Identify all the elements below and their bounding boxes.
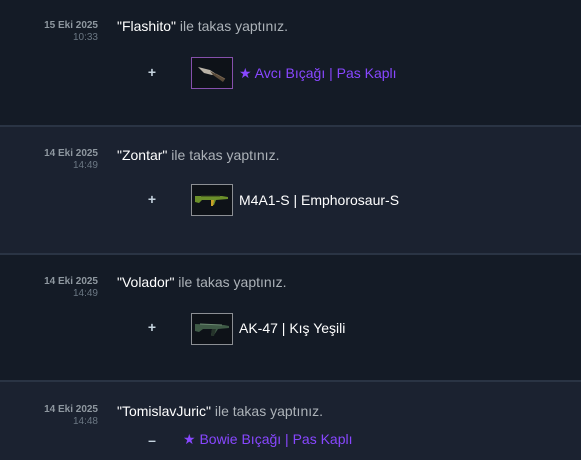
item-name-link[interactable]: M4A1-S | Emphorosaur-S (239, 192, 399, 208)
trade-description: "TomislavJuric" ile takas yaptınız. (117, 403, 323, 419)
trade-partner-link[interactable]: "TomislavJuric" (117, 403, 211, 419)
item-name-link[interactable]: ★ Avcı Bıçağı | Pas Kaplı (239, 65, 397, 82)
received-sign: + (147, 64, 157, 80)
knife-icon (198, 67, 226, 82)
trade-time: 14:49 (72, 288, 98, 299)
trade-action-text: ile takas yaptınız. (175, 18, 289, 34)
trade-description: "Zontar" ile takas yaptınız. (117, 147, 279, 163)
rifle-icon (195, 195, 228, 206)
trade-action-text: ile takas yaptınız. (174, 274, 287, 290)
item-thumbnail[interactable] (191, 57, 233, 89)
trade-time: 14:49 (72, 160, 98, 171)
trade-description: "Flashito" ile takas yaptınız. (117, 18, 288, 34)
trade-action-text: ile takas yaptınız. (167, 147, 280, 163)
item-name-link[interactable]: AK-47 | Kış Yeşili (239, 320, 345, 336)
trade-date: 14 Eki 2025 (44, 404, 98, 415)
trade-date: 15 Eki 2025 (44, 20, 98, 31)
received-sign: + (147, 319, 157, 335)
trade-row: 14 Eki 2025 14:49 "Zontar" ile takas yap… (0, 127, 581, 255)
trade-action-text: ile takas yaptınız. (210, 403, 324, 419)
received-sign: + (147, 191, 157, 207)
trade-date: 14 Eki 2025 (44, 148, 98, 159)
trade-partner-link[interactable]: "Flashito" (117, 18, 176, 34)
trade-description: "Volador" ile takas yaptınız. (117, 274, 286, 290)
trade-date: 14 Eki 2025 (44, 276, 98, 287)
given-sign: – (148, 432, 156, 448)
trade-partner-link[interactable]: "Volador" (117, 274, 174, 290)
rifle-icon (195, 323, 229, 336)
trade-time: 10:33 (72, 32, 98, 43)
item-name-link[interactable]: ★ Bowie Bıçağı | Pas Kaplı (183, 431, 353, 448)
trade-row: 15 Eki 2025 10:33 "Flashito" ile takas y… (0, 0, 581, 127)
item-thumbnail[interactable] (191, 313, 233, 345)
trade-time: 14:48 (72, 416, 98, 427)
trade-row: 14 Eki 2025 14:48 "TomislavJuric" ile ta… (0, 382, 581, 460)
trade-row: 14 Eki 2025 14:49 "Volador" ile takas ya… (0, 255, 581, 382)
item-thumbnail[interactable] (191, 184, 233, 216)
trade-history-list: 15 Eki 2025 10:33 "Flashito" ile takas y… (0, 0, 581, 460)
trade-partner-link[interactable]: "Zontar" (117, 147, 167, 163)
